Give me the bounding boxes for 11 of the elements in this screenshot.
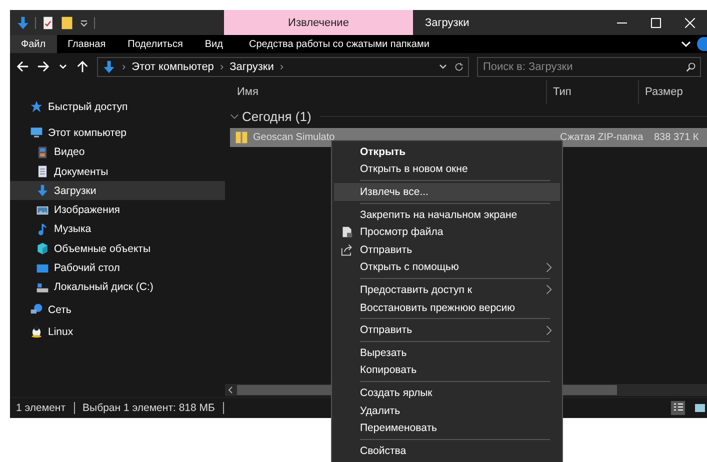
status-text: Выбран 1 элемент: 818 МБ [82, 402, 215, 414]
group-header: Сегодня (1) [242, 108, 312, 124]
path-separator: › [122, 60, 126, 72]
status-text: 1 элемент [16, 402, 66, 414]
path-separator: › [280, 60, 284, 72]
table-cell-text: Сжатая ZIP-папка [559, 132, 644, 143]
context-tab-header: Извлечение [224, 10, 413, 35]
table-cell-text: Geoscan Simulato [252, 132, 336, 143]
table-cell-text: 838 371 К [653, 132, 700, 143]
path-separator: › [220, 60, 224, 72]
window-title: Загрузки [424, 16, 470, 28]
